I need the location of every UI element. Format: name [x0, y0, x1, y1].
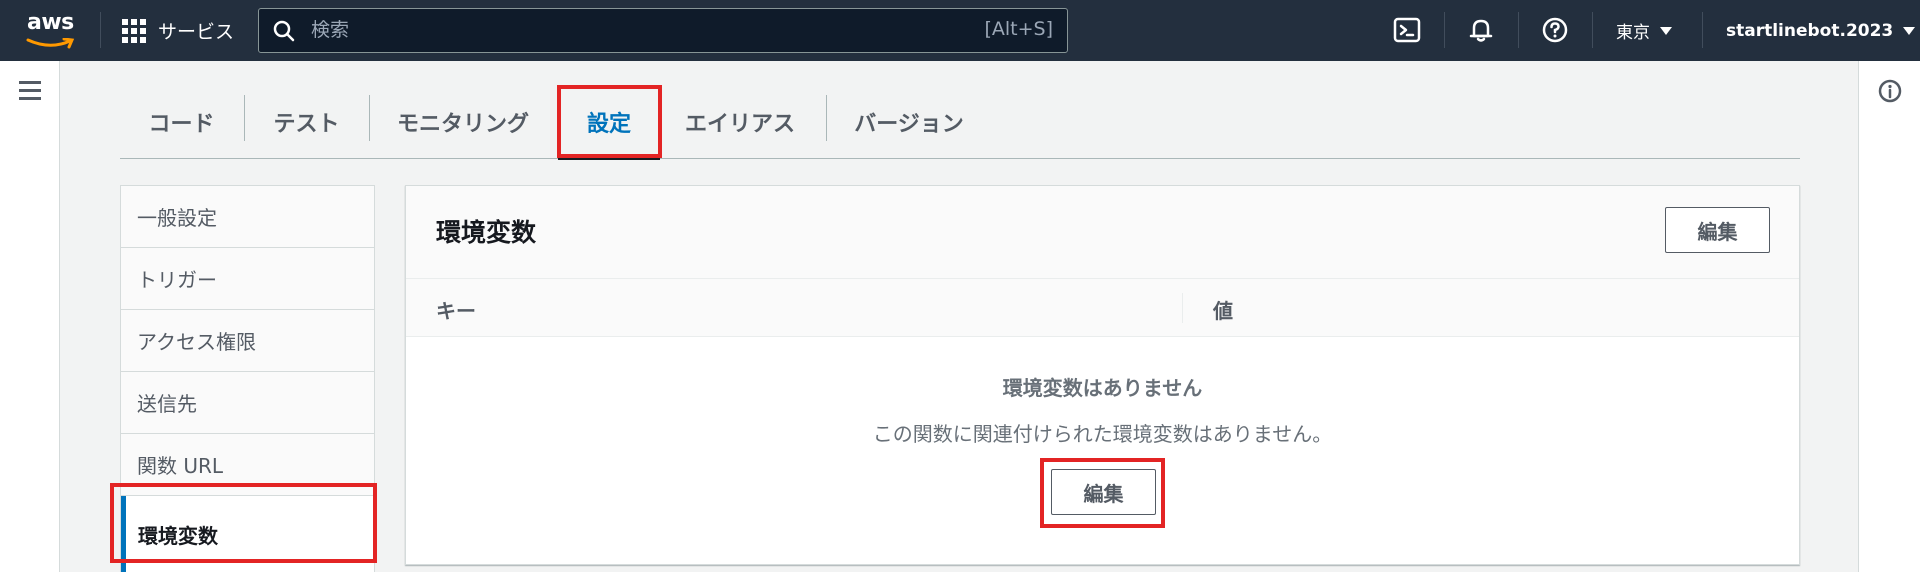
caret-down-icon [1903, 26, 1916, 35]
empty-state-title: 環境変数はありません [1002, 376, 1203, 400]
function-tabs: コード テスト モニタリング 設定 エイリアス バージョン [120, 85, 1800, 160]
region-label: 東京 [1616, 23, 1650, 43]
services-menu[interactable]: サービス [122, 0, 234, 61]
highlight-box-tab [557, 85, 662, 158]
left-navigation-strip [0, 61, 60, 572]
highlight-box-edit [1040, 458, 1165, 528]
tab-versions[interactable]: バージョン [829, 85, 989, 159]
hamburger-icon[interactable] [19, 81, 41, 100]
nav-divider [100, 12, 101, 48]
search-input[interactable] [311, 15, 911, 45]
services-label: サービス [158, 21, 235, 43]
cloudshell-icon[interactable] [1392, 15, 1422, 45]
highlight-box-menu [110, 483, 377, 563]
column-divider [1182, 293, 1183, 323]
menu-item-general[interactable]: 一般設定 [121, 186, 374, 248]
info-icon[interactable] [1878, 79, 1902, 103]
aws-logo[interactable]: aws [24, 8, 78, 52]
empty-state-description: この関数に関連付けられた環境変数はありません。 [872, 422, 1333, 446]
right-tools-strip [1858, 61, 1920, 572]
bell-icon[interactable] [1466, 15, 1496, 45]
nav-divider [1702, 12, 1703, 48]
tab-monitoring[interactable]: モニタリング [370, 85, 556, 159]
search-shortcut-hint: [Alt+S] [984, 18, 1053, 40]
nav-divider [1518, 12, 1519, 48]
account-menu[interactable]: startlinebot.2023 [1726, 0, 1916, 61]
nav-divider [1444, 12, 1445, 48]
nav-divider [1592, 12, 1593, 48]
panel-title: 環境変数 [436, 218, 537, 247]
menu-item-permissions[interactable]: アクセス権限 [121, 310, 374, 372]
tab-test[interactable]: テスト [245, 85, 368, 159]
table-header: キー 値 [406, 279, 1799, 337]
search-bar[interactable]: [Alt+S] [258, 8, 1068, 53]
column-header-value: 値 [1213, 299, 1233, 323]
menu-item-triggers[interactable]: トリガー [121, 248, 374, 310]
edit-button[interactable]: 編集 [1665, 207, 1770, 253]
search-icon [273, 20, 295, 42]
aws-smile-icon [26, 38, 75, 49]
tab-aliases[interactable]: エイリアス [665, 85, 815, 159]
region-selector[interactable]: 東京 [1616, 0, 1672, 61]
tab-code[interactable]: コード [120, 85, 243, 159]
column-header-key: キー [436, 299, 476, 323]
help-icon[interactable] [1540, 15, 1570, 45]
panel-header: 環境変数 編集 [406, 186, 1799, 279]
top-navigation: aws サービス [Alt+S] 東京 [0, 0, 1920, 61]
grid-icon [122, 18, 146, 43]
caret-down-icon [1660, 26, 1672, 35]
account-label: startlinebot.2023 [1726, 20, 1894, 41]
tab-divider [826, 95, 827, 141]
menu-item-destinations[interactable]: 送信先 [121, 372, 374, 434]
aws-logo-text: aws [27, 10, 74, 35]
